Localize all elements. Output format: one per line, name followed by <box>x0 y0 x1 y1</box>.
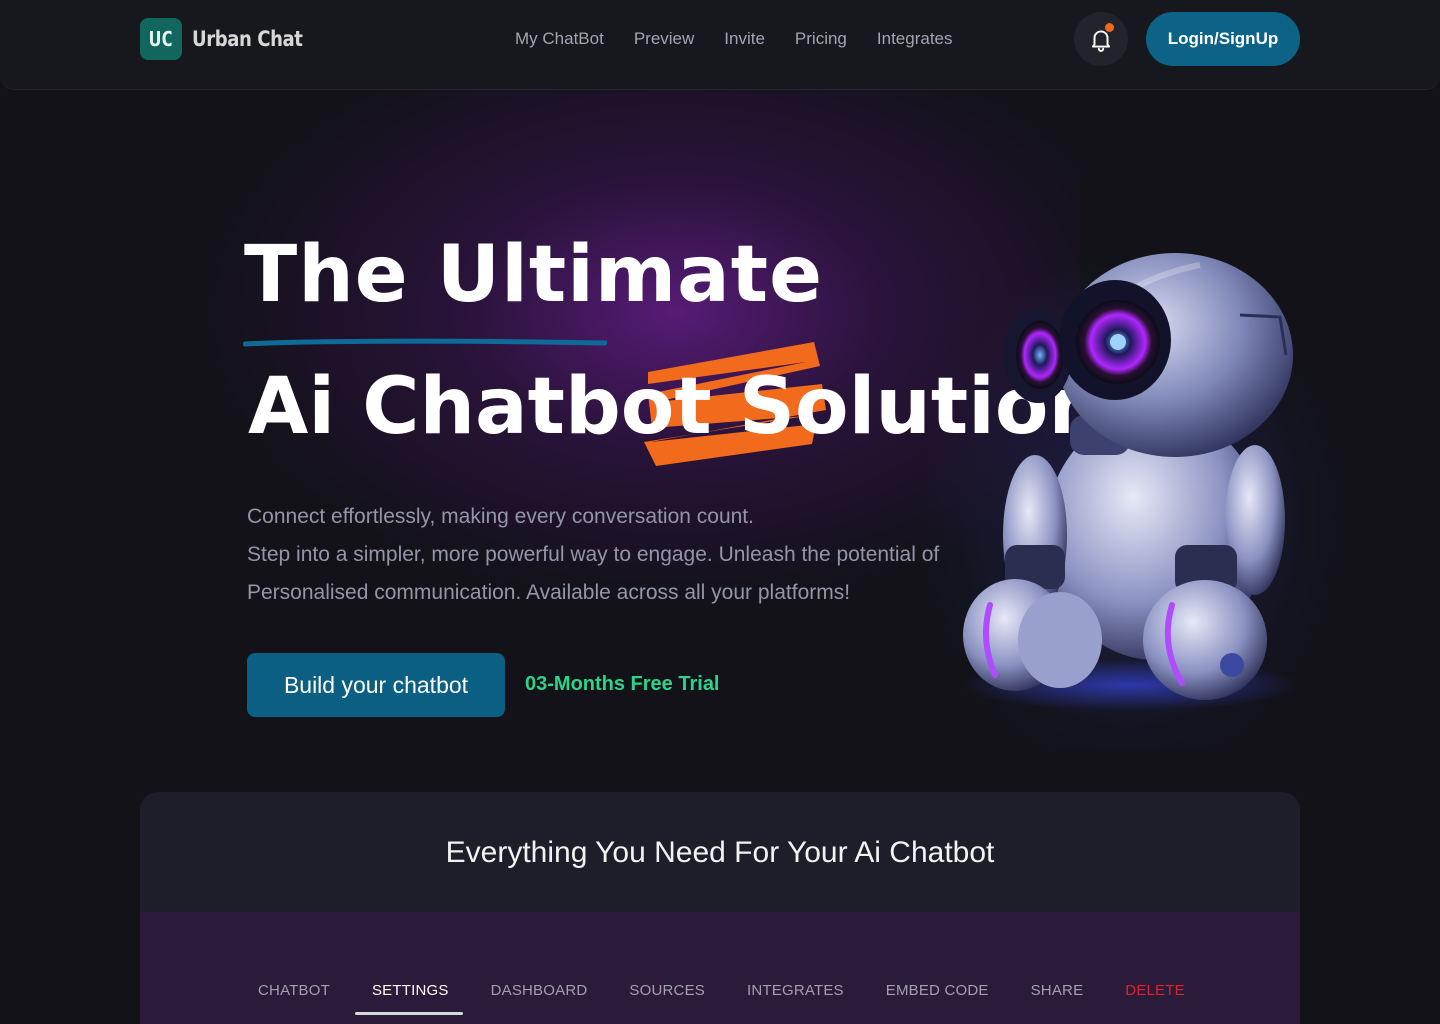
main-nav: My ChatBot Preview Invite Pricing Integr… <box>515 28 953 50</box>
top-header: UC Urban Chat My ChatBot Preview Invite … <box>0 0 1440 90</box>
nav-preview[interactable]: Preview <box>634 28 694 50</box>
nav-pricing[interactable]: Pricing <box>795 28 847 50</box>
tab-share[interactable]: SHARE <box>1031 982 1084 999</box>
notification-button[interactable] <box>1074 12 1128 66</box>
feature-tabs: CHATBOT SETTINGS DASHBOARD SOURCES INTEG… <box>258 982 1185 999</box>
logo-mark: UC <box>140 18 182 60</box>
build-chatbot-button[interactable]: Build your chatbot <box>247 653 505 717</box>
tab-delete[interactable]: DELETE <box>1125 982 1185 999</box>
free-trial-label: 03-Months Free Trial <box>525 673 720 695</box>
notification-badge <box>1105 23 1114 32</box>
title-underline-stroke <box>243 338 607 347</box>
tab-settings[interactable]: SETTINGS <box>372 982 449 999</box>
features-title: Everything You Need For Your Ai Chatbot <box>445 836 995 869</box>
hero-description-line: Step into a simpler, more powerful way t… <box>247 543 940 566</box>
tab-integrates[interactable]: INTEGRATES <box>747 982 844 999</box>
tab-embed-code[interactable]: EMBED CODE <box>886 982 989 999</box>
logo-text: Urban Chat <box>192 27 303 51</box>
nav-my-chatbot[interactable]: My ChatBot <box>515 28 604 50</box>
hero-description-line: Personalised communication. Available ac… <box>247 581 851 604</box>
login-signup-button[interactable]: Login/SignUp <box>1146 12 1300 66</box>
hero-description-line: Connect effortlessly, making every conve… <box>247 505 754 528</box>
hero-title-line1: The Ultimate <box>244 230 823 320</box>
tab-sources[interactable]: SOURCES <box>629 982 705 999</box>
features-panel: Everything You Need For Your Ai Chatbot … <box>140 792 1300 1024</box>
robot-illustration <box>960 253 1300 711</box>
tab-chatbot[interactable]: CHATBOT <box>258 982 330 999</box>
feature-tabs-bar: CHATBOT SETTINGS DASHBOARD SOURCES INTEG… <box>140 912 1300 1024</box>
tab-dashboard[interactable]: DASHBOARD <box>491 982 588 999</box>
logo[interactable]: UC Urban Chat <box>140 18 320 60</box>
active-tab-indicator <box>355 1012 463 1015</box>
nav-integrates[interactable]: Integrates <box>877 28 953 50</box>
hero-description: Connect effortlessly, making every conve… <box>247 498 1027 612</box>
nav-invite[interactable]: Invite <box>724 28 765 50</box>
